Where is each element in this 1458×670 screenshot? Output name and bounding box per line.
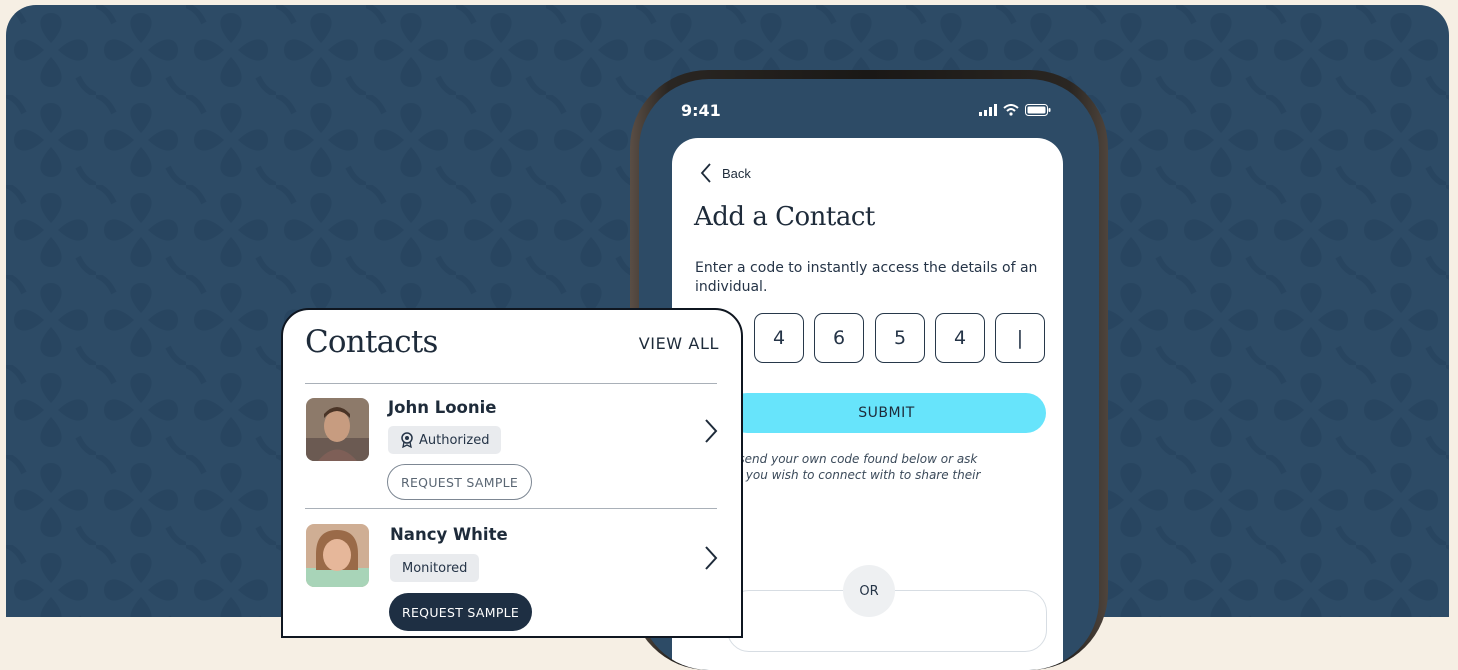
chevron-right-icon[interactable] — [704, 545, 718, 571]
code-digit-field[interactable]: 6 — [814, 313, 864, 363]
request-sample-button[interactable]: REQUEST SAMPLE — [387, 464, 533, 500]
contacts-card: Contacts VIEW ALL John Loonie Authorized… — [281, 308, 743, 638]
code-digit-field[interactable]: 4 — [935, 313, 985, 363]
view-all-link[interactable]: VIEW ALL — [639, 334, 719, 353]
status-icons — [979, 104, 1051, 116]
battery-icon — [1025, 104, 1051, 116]
page-title: Add a Contact — [694, 202, 875, 232]
avatar-photo-john — [306, 398, 369, 461]
or-divider-badge: OR — [843, 565, 895, 617]
instructions-text: Enter a code to instantly access the det… — [695, 260, 1038, 295]
status-bar: 9:41 — [681, 101, 1051, 121]
divider — [305, 508, 717, 509]
contact-name[interactable]: John Loonie — [388, 398, 497, 417]
status-badge-label: Monitored — [402, 560, 468, 576]
wifi-icon — [1003, 104, 1019, 116]
status-badge: Monitored — [390, 554, 480, 582]
cellular-signal-icon — [979, 104, 997, 116]
share-code-note: n send your own code found below or ask … — [727, 451, 1027, 483]
code-digit-field[interactable]: 5 — [875, 313, 925, 363]
award-ribbon-icon — [401, 432, 413, 448]
avatar[interactable] — [306, 398, 369, 461]
chevron-left-icon — [700, 163, 711, 183]
share-code-note-line: n send your own code found below or ask — [727, 452, 978, 466]
contact-name[interactable]: Nancy White — [390, 525, 508, 544]
status-badge-label: Authorized — [419, 432, 490, 448]
avatar[interactable] — [306, 524, 369, 587]
status-badge: Authorized — [388, 426, 502, 454]
back-label: Back — [722, 165, 751, 181]
back-button[interactable]: Back — [700, 162, 751, 184]
divider — [305, 383, 717, 384]
code-digit-field-active[interactable]: | — [995, 313, 1045, 363]
code-digit-field[interactable]: 4 — [754, 313, 804, 363]
contacts-title: Contacts — [305, 324, 438, 360]
chevron-right-icon[interactable] — [704, 418, 718, 444]
submit-button[interactable]: SUBMIT — [727, 393, 1046, 433]
request-sample-button[interactable]: REQUEST SAMPLE — [389, 593, 533, 631]
share-code-note-line: on you wish to connect with to share the… — [727, 468, 981, 482]
status-time: 9:41 — [681, 101, 721, 120]
avatar-photo-nancy — [306, 524, 369, 587]
